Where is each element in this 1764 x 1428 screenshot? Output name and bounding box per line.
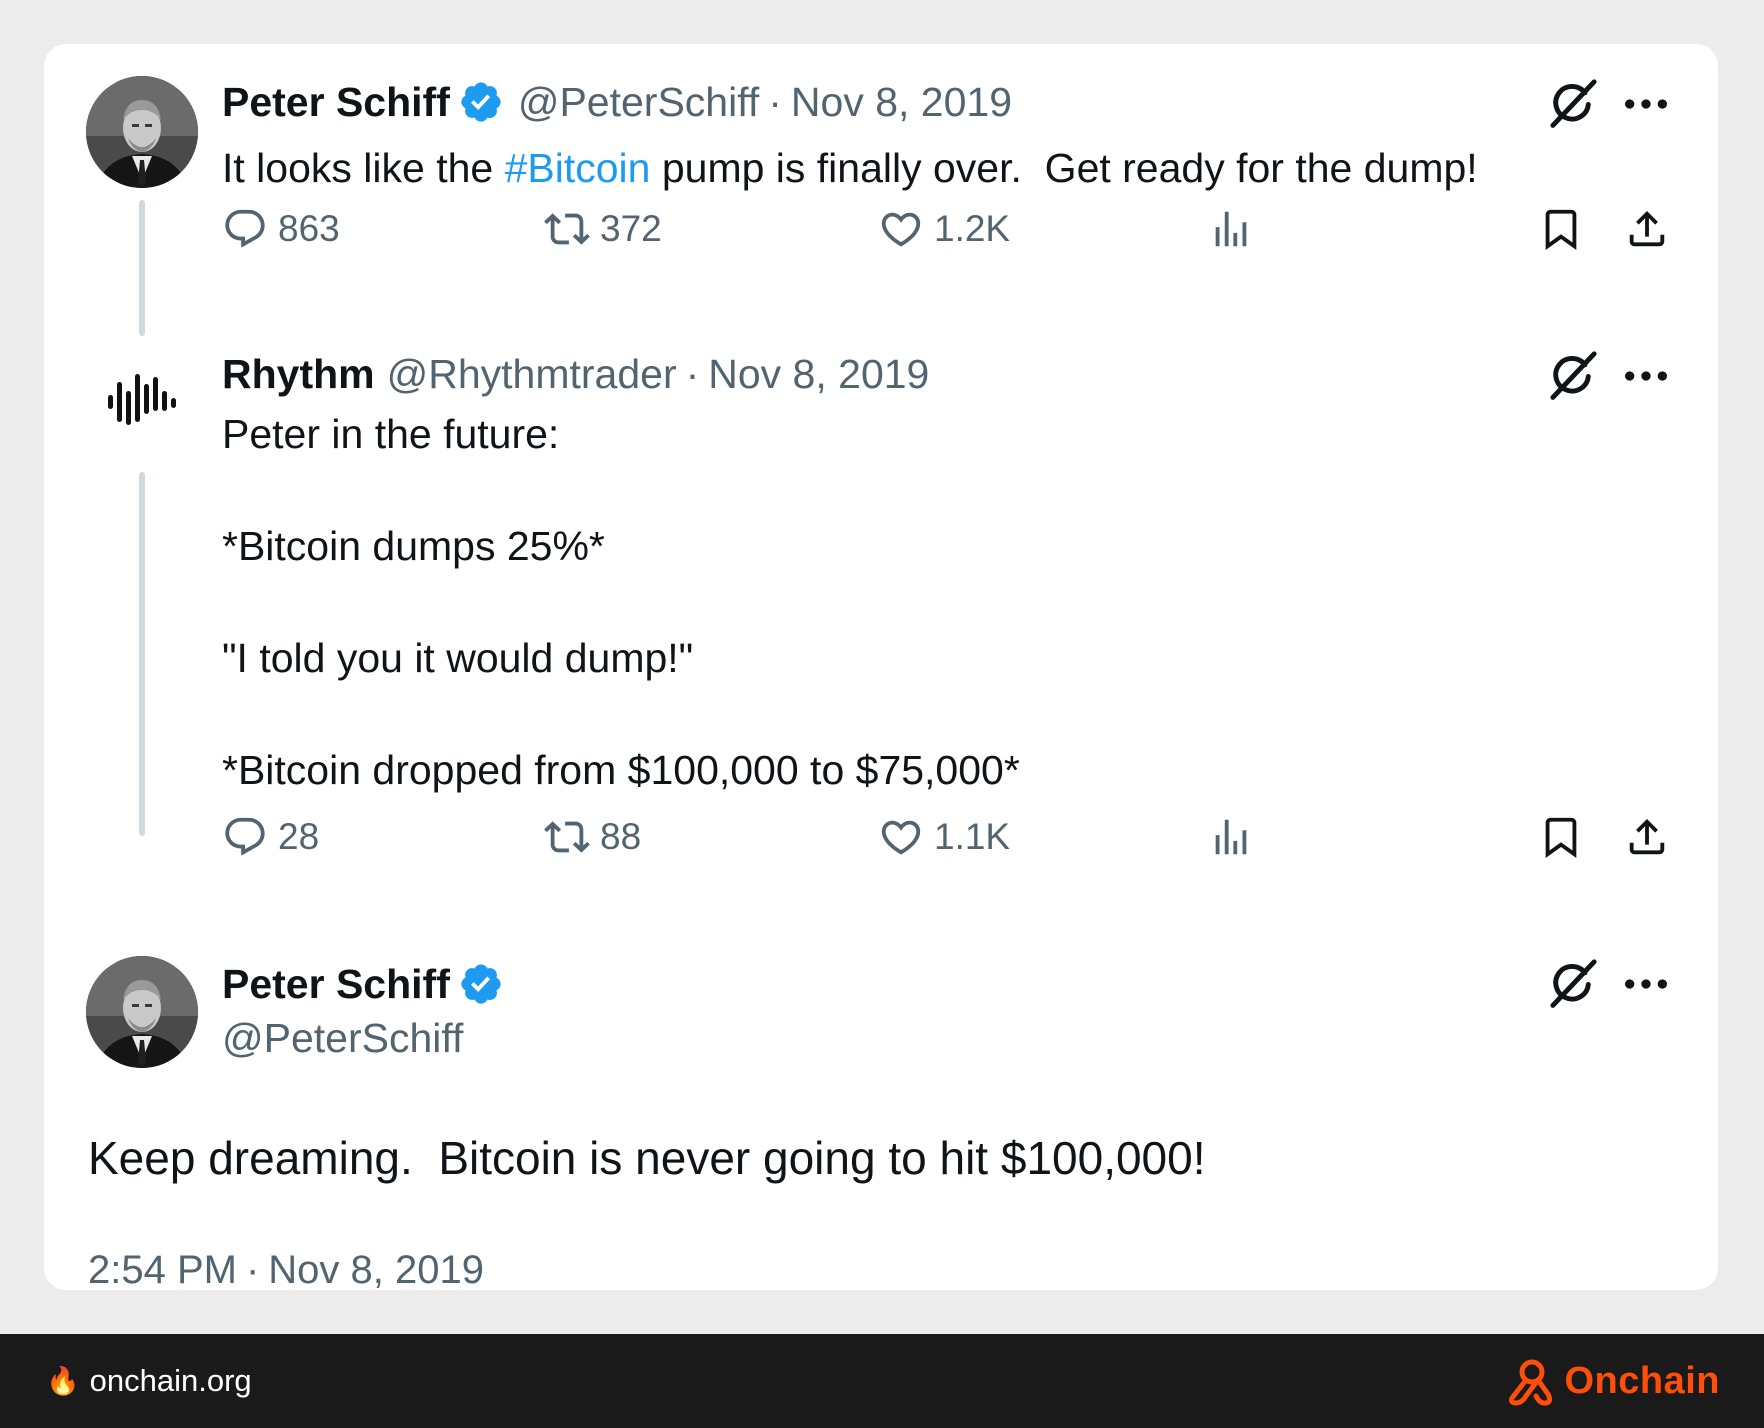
reply-count: 28	[278, 816, 320, 857]
tweet2-line-3: "I told you it would dump!"	[222, 635, 694, 681]
like-button[interactable]: 1.1K	[878, 814, 1010, 860]
tweet2-header: Rhythm @Rhythmtrader · Nov 8, 2019	[222, 350, 929, 398]
retweet-count: 372	[600, 208, 662, 249]
hashtag-link[interactable]: #Bitcoin	[505, 145, 651, 191]
tweet3-handle[interactable]: @PeterSchiff	[222, 1014, 463, 1062]
heart-icon	[878, 814, 924, 860]
tweet1-text-after: pump is finally over. Get ready for the …	[650, 145, 1478, 191]
reply-button[interactable]: 863	[222, 206, 340, 252]
share-icon	[1624, 206, 1670, 252]
grok-icon[interactable]	[1544, 956, 1600, 1012]
share-icon	[1624, 814, 1670, 860]
tweet2-line-4: *Bitcoin dropped from $100,000 to $75,00…	[222, 747, 1020, 793]
fire-icon: 🔥	[46, 1366, 80, 1396]
bar-chart-icon	[1208, 814, 1254, 860]
onchain-logo: Onchain	[1504, 1356, 1720, 1406]
thread-connector-line	[139, 472, 145, 836]
tweet1-text-before: It looks like the	[222, 145, 505, 191]
speech-bubble-icon	[222, 206, 268, 252]
footer-site-link[interactable]: 🔥 onchain.org	[46, 1362, 252, 1400]
views-button[interactable]	[1208, 206, 1254, 252]
retweet-icon	[544, 206, 590, 252]
retweet-button[interactable]: 372	[544, 206, 662, 252]
retweet-count: 88	[600, 816, 642, 857]
tweet-thread-card: Peter Schiff @PeterSchiff · Nov 8, 2019 …	[44, 44, 1718, 1292]
rhythm-avatar[interactable]	[86, 346, 198, 458]
tweet3-author-name[interactable]: Peter Schiff	[222, 960, 450, 1008]
tweet3-time: 2:54 PM	[88, 1248, 237, 1292]
footer-site-label: onchain.org	[89, 1363, 252, 1398]
tweet2-handle[interactable]: @Rhythmtrader	[387, 350, 677, 398]
tweet3-timestamp[interactable]: 2:54 PM · Nov 8, 2019	[88, 1246, 484, 1294]
reply-button[interactable]: 28	[222, 814, 319, 860]
bookmark-icon	[1538, 814, 1584, 860]
tweet1-author-name[interactable]: Peter Schiff	[222, 78, 450, 126]
onchain-brand-name: Onchain	[1564, 1359, 1720, 1402]
grok-icon[interactable]	[1544, 348, 1600, 404]
more-dots-icon[interactable]	[1618, 76, 1674, 132]
more-dots-icon[interactable]	[1618, 956, 1674, 1012]
footer-bar: 🔥 onchain.org Onchain	[0, 1334, 1764, 1428]
tweet1-handle[interactable]: @PeterSchiff	[518, 78, 759, 126]
views-button[interactable]	[1208, 814, 1254, 860]
tweet3-date: Nov 8, 2019	[268, 1248, 484, 1292]
like-button[interactable]: 1.2K	[878, 206, 1010, 252]
bookmark-icon	[1538, 206, 1584, 252]
tweet2-author-name[interactable]: Rhythm	[222, 350, 375, 398]
grok-icon[interactable]	[1544, 76, 1600, 132]
more-dots-icon[interactable]	[1618, 348, 1674, 404]
tweet3-header: Peter Schiff	[222, 960, 504, 1008]
reply-count: 863	[278, 208, 340, 249]
heart-icon	[878, 206, 924, 252]
bookmark-button[interactable]	[1538, 206, 1584, 252]
onchain-mark-icon	[1509, 1359, 1553, 1406]
separator-dot: ·	[685, 351, 700, 397]
peter-schiff-avatar[interactable]	[86, 956, 198, 1068]
tweet1-text: It looks like the #Bitcoin pump is final…	[222, 140, 1478, 196]
share-button[interactable]	[1624, 206, 1670, 252]
peter-schiff-avatar[interactable]	[86, 76, 198, 188]
thread-connector-line	[139, 200, 145, 336]
tweet2-date[interactable]: Nov 8, 2019	[708, 350, 929, 398]
like-count: 1.1K	[934, 816, 1011, 857]
bookmark-button[interactable]	[1538, 814, 1584, 860]
separator-dot: ·	[768, 79, 782, 125]
bar-chart-icon	[1208, 206, 1254, 252]
tweet2-line-2: *Bitcoin dumps 25%*	[222, 523, 605, 569]
like-count: 1.2K	[934, 208, 1011, 249]
verified-badge-icon	[458, 961, 504, 1007]
retweet-button[interactable]: 88	[544, 814, 641, 860]
tweet3-handle-row: @PeterSchiff	[222, 1014, 463, 1062]
retweet-icon	[544, 814, 590, 860]
tweet3-text: Keep dreaming. Bitcoin is never going to…	[88, 1132, 1206, 1184]
tweet2-line-1: Peter in the future:	[222, 411, 560, 457]
tweet1-header: Peter Schiff @PeterSchiff · Nov 8, 2019	[222, 78, 1012, 126]
speech-bubble-icon	[222, 814, 268, 860]
verified-badge-icon	[458, 79, 504, 125]
separator-dot: ·	[245, 1248, 260, 1292]
tweet1-date[interactable]: Nov 8, 2019	[791, 78, 1012, 126]
share-button[interactable]	[1624, 814, 1670, 860]
